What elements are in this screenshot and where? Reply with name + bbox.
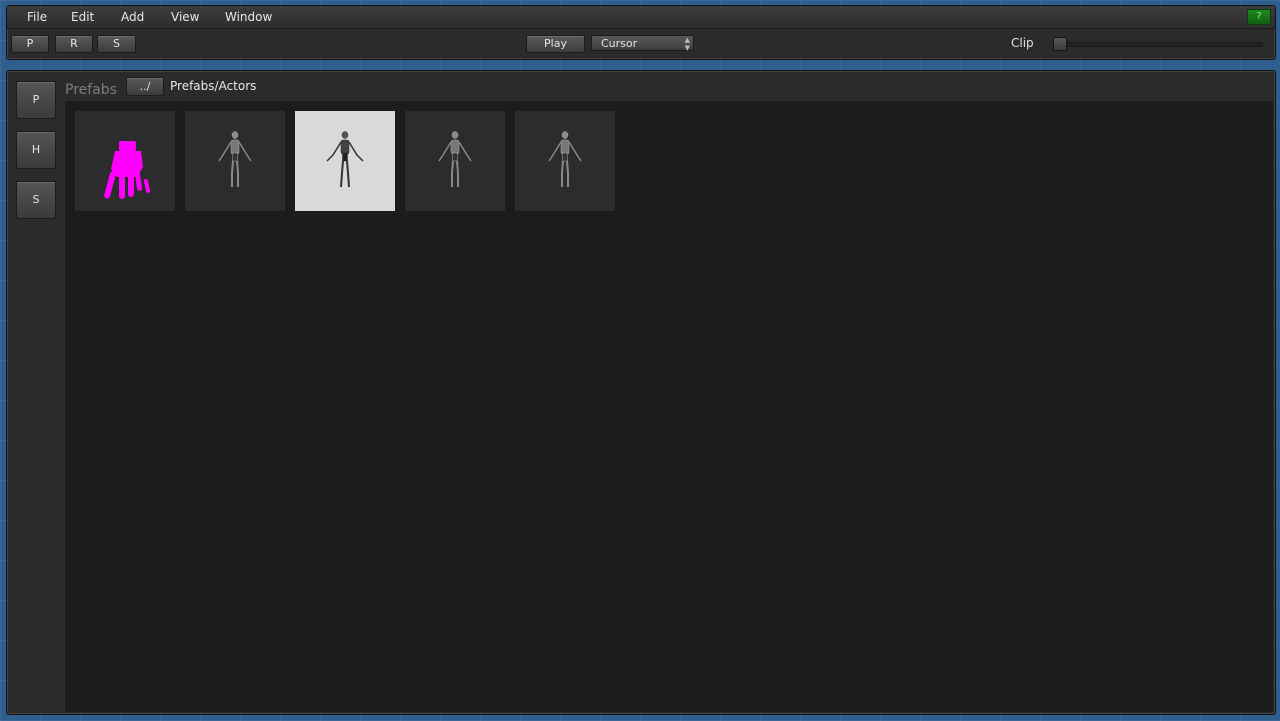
- sidebar-button-p[interactable]: P: [16, 81, 56, 119]
- clip-slider-thumb[interactable]: [1053, 37, 1067, 51]
- panel-title: Prefabs: [65, 82, 117, 98]
- menu-bar: File Edit Add View Window ?: [7, 6, 1275, 29]
- prefab-tile-actor-4[interactable]: [515, 111, 615, 211]
- prefab-tile-actor-1[interactable]: [185, 111, 285, 211]
- asset-grid: [65, 101, 1273, 712]
- current-path: Prefabs/Actors: [170, 79, 257, 93]
- toolbar-window: File Edit Add View Window ? P R S Play C…: [6, 5, 1276, 60]
- prefab-tile-hand[interactable]: [75, 111, 175, 211]
- sidebar-button-s[interactable]: S: [16, 181, 56, 219]
- mode-select[interactable]: Cursor ▲ ▼: [591, 35, 694, 52]
- robot-figure-icon: [438, 131, 472, 187]
- up-directory-button[interactable]: ../: [126, 77, 164, 96]
- menu-edit[interactable]: Edit: [65, 9, 100, 25]
- clip-label: Clip: [1011, 36, 1034, 50]
- sidebar-button-h[interactable]: H: [16, 131, 56, 169]
- scale-tool-button[interactable]: S: [97, 35, 136, 53]
- robot-figure-icon: [218, 131, 252, 187]
- position-tool-button[interactable]: P: [11, 35, 49, 53]
- play-button[interactable]: Play: [526, 35, 585, 53]
- robot-figure-icon: [548, 131, 582, 187]
- prefab-tile-actor-3[interactable]: [405, 111, 505, 211]
- rotate-tool-button[interactable]: R: [55, 35, 93, 53]
- prefab-browser-window: P H S Prefabs ../ Prefabs/Actors: [6, 70, 1276, 715]
- menu-add[interactable]: Add: [115, 9, 150, 25]
- hand-icon: [104, 141, 151, 199]
- menu-file[interactable]: File: [21, 9, 53, 25]
- mode-select-value: Cursor: [601, 37, 638, 50]
- clip-slider-track[interactable]: [1053, 42, 1263, 47]
- select-arrows-icon: ▲ ▼: [684, 36, 690, 52]
- prefab-tile-actor-2[interactable]: [295, 111, 395, 211]
- menu-view[interactable]: View: [165, 9, 205, 25]
- menu-window[interactable]: Window: [219, 9, 278, 25]
- help-button[interactable]: ?: [1247, 9, 1271, 25]
- robot-figure-icon: [326, 131, 364, 188]
